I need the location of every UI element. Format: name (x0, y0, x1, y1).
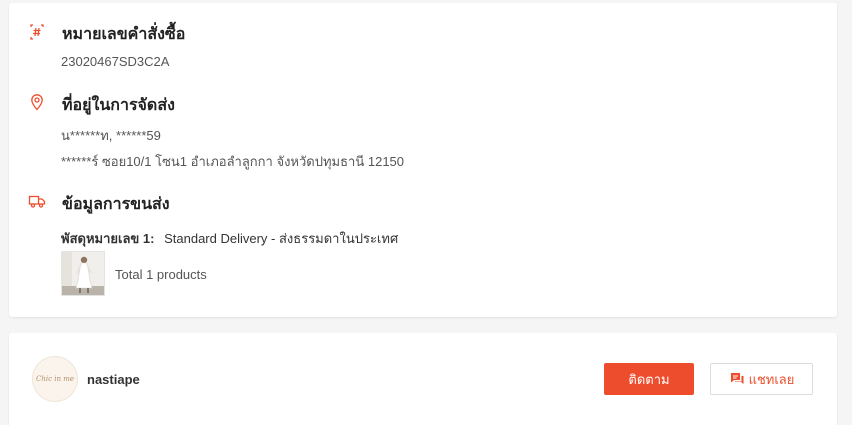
shipping-address-title: ที่อยู่ในการจัดส่ง (62, 97, 175, 114)
chat-now-label: แชทเลย (748, 371, 795, 387)
parcel-label: พัสดุหมายเลข 1: (61, 231, 155, 246)
product-thumbnail[interactable] (61, 251, 105, 296)
shop-avatar[interactable]: Chic in me (32, 356, 78, 402)
shop-card: Chic in me nastiape ติดตาม แชทเลย (9, 333, 837, 425)
recipient-address: ******ร์ ซอย10/1 โซน1 อำเภอลำลูกกา จังหว… (61, 154, 405, 169)
shop-name[interactable]: nastiape (87, 372, 140, 387)
parcel-service: Standard Delivery - ส่งธรรมดาในประเทศ (164, 231, 399, 246)
parcel-row: พัสดุหมายเลข 1: Standard Delivery - ส่งธ… (61, 228, 398, 249)
location-pin-icon (28, 93, 46, 111)
truck-icon (28, 192, 46, 210)
product-count: Total 1 products (115, 267, 207, 282)
shipping-info-title: ข้อมูลการขนส่ง (62, 196, 170, 213)
follow-button[interactable]: ติดตาม (604, 363, 694, 395)
chat-bubble-icon (729, 371, 745, 387)
order-number-title: หมายเลขคำสั่งซื้อ (62, 26, 186, 43)
chat-now-button[interactable]: แชทเลย (710, 363, 813, 395)
shop-avatar-text: Chic in me (35, 375, 74, 383)
hash-icon (28, 23, 46, 41)
order-info-card: หมายเลขคำสั่งซื้อ 23020467SD3C2A ที่อยู่… (9, 3, 837, 317)
recipient-name-phone: น******ท, ******59 (61, 128, 161, 143)
order-number-value: 23020467SD3C2A (61, 54, 170, 69)
